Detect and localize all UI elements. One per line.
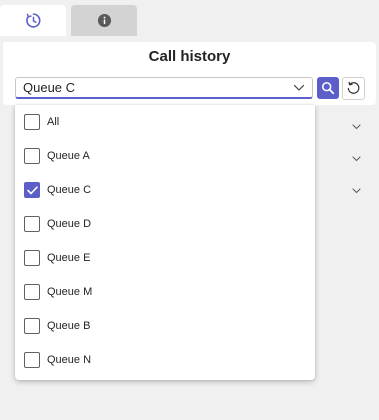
- dropdown-option[interactable]: Queue B: [15, 309, 315, 343]
- dropdown-option[interactable]: Queue C: [15, 173, 315, 207]
- option-label: Queue C: [47, 184, 92, 196]
- page-title: Call history: [148, 48, 231, 65]
- chevron-down-icon[interactable]: [289, 84, 309, 92]
- queue-select[interactable]: Queue C: [15, 77, 313, 99]
- search-button[interactable]: [317, 77, 339, 99]
- dropdown-option[interactable]: Queue N: [15, 343, 315, 377]
- info-icon: [97, 13, 111, 28]
- checkbox[interactable]: [24, 182, 40, 198]
- chevron-down-icon[interactable]: [351, 154, 361, 164]
- refresh-icon: [347, 81, 360, 94]
- dropdown-option[interactable]: All: [15, 105, 315, 139]
- call-history-panel: Call history Queue C: [3, 42, 376, 105]
- history-clock-icon: [25, 13, 40, 28]
- checkbox[interactable]: [24, 284, 40, 300]
- checkbox[interactable]: [24, 114, 40, 130]
- refresh-button[interactable]: [342, 77, 365, 100]
- checkbox[interactable]: [24, 216, 40, 232]
- option-label: Queue A: [47, 150, 90, 162]
- dropdown-option[interactable]: Queue A: [15, 139, 315, 173]
- queue-dropdown-list: All Queue A Queue C Queue D Queue E Queu…: [15, 105, 315, 380]
- dropdown-option[interactable]: Queue D: [15, 207, 315, 241]
- chevron-down-icon[interactable]: [351, 122, 361, 132]
- checkmark-icon: [26, 185, 38, 194]
- checkbox[interactable]: [24, 148, 40, 164]
- chevron-down-icon[interactable]: [351, 186, 361, 196]
- tab-bar: [0, 0, 379, 38]
- search-icon: [321, 81, 335, 95]
- tab-call-history[interactable]: [0, 5, 66, 36]
- dropdown-option[interactable]: Queue M: [15, 275, 315, 309]
- checkbox[interactable]: [24, 250, 40, 266]
- tab-info[interactable]: [71, 5, 137, 36]
- option-label: Queue N: [47, 354, 92, 366]
- option-label: Queue D: [47, 218, 92, 230]
- dropdown-option[interactable]: Queue E: [15, 241, 315, 275]
- option-label: All: [47, 116, 60, 128]
- checkbox[interactable]: [24, 318, 40, 334]
- option-label: Queue M: [47, 286, 93, 298]
- option-label: Queue B: [47, 320, 91, 332]
- checkbox[interactable]: [24, 352, 40, 368]
- option-label: Queue E: [47, 252, 91, 264]
- queue-select-value: Queue C: [23, 80, 76, 95]
